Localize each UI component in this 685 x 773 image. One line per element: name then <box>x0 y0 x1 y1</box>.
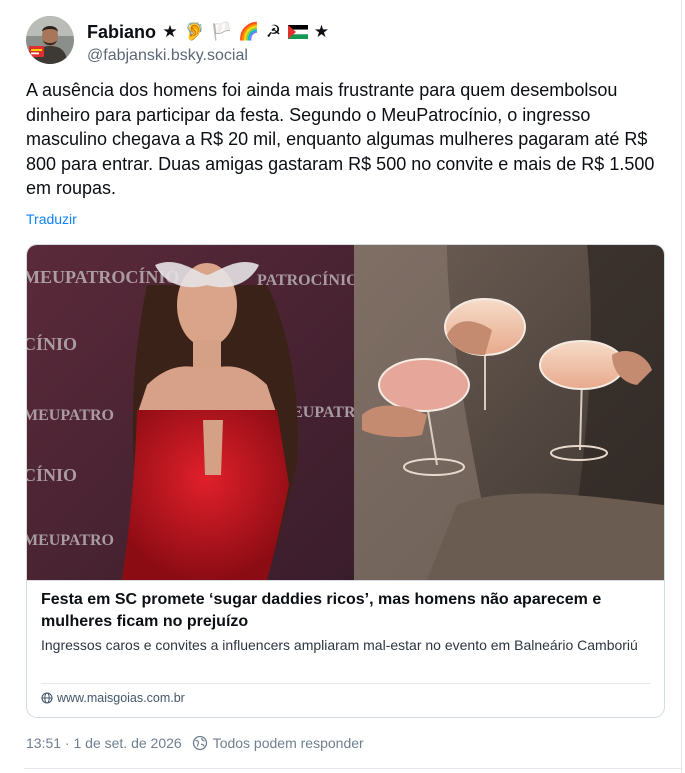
post-footer: 13:51 · 1 de set. de 2026 Todos podem re… <box>26 735 364 751</box>
translate-link[interactable]: Traduzir <box>26 211 77 227</box>
handle[interactable]: @fabjanski.bsky.social <box>87 47 330 65</box>
column-border-right <box>681 0 682 773</box>
star-icon: ★ <box>313 22 330 41</box>
hammer-and-sickle-icon: ☭ <box>265 22 282 41</box>
white-flag-emoji: 🏳️ <box>211 22 233 41</box>
post-timestamp[interactable]: 13:51 · 1 de set. de 2026 <box>26 735 182 751</box>
reply-setting-label: Todos podem responder <box>212 735 364 751</box>
ear-with-hearing-aid-emoji: 🦻 <box>184 22 206 41</box>
link-card-domain-text: www.maisgoias.com.br <box>57 691 185 705</box>
reply-setting[interactable]: Todos podem responder <box>192 735 364 751</box>
backdrop-text: PATROCÍNIO <box>257 270 359 289</box>
link-card-title[interactable]: Festa em SC promete ‘sugar daddies ricos… <box>41 589 651 633</box>
link-card-domain[interactable]: www.maisgoias.com.br <box>41 691 185 705</box>
backdrop-text: MEUPATRO <box>27 407 114 424</box>
display-name[interactable]: Fabiano <box>87 22 156 43</box>
link-card-description: Ingressos caros e convites a influencers… <box>41 637 638 653</box>
palestine-flag-emoji <box>287 22 308 42</box>
backdrop-text: CÍNIO <box>27 333 77 354</box>
avatar[interactable] <box>26 16 74 64</box>
post-text: A ausência dos homens foi ainda mais fru… <box>26 80 655 198</box>
post-header: Fabiano ★ 🦻 🏳️ 🌈 ☭ ★ @fabjanski.bsky.soc… <box>26 16 330 65</box>
link-card-body <box>27 580 664 581</box>
globe-icon <box>41 692 53 704</box>
globe-icon <box>192 735 207 751</box>
link-card-image: MEUPATROCÍNIO PATROCÍNIO CÍNIO MEUPATRO … <box>27 245 664 580</box>
backdrop-text: MEUPATRO <box>27 532 114 549</box>
backdrop-text: CÍNIO <box>27 464 77 485</box>
rainbow-emoji: 🌈 <box>238 22 260 41</box>
backdrop-text: MEUPATROCÍNIO <box>27 266 179 287</box>
link-card-divider <box>41 683 650 684</box>
star-icon: ★ <box>162 22 178 41</box>
post-bottom-divider <box>24 768 681 769</box>
avatar-image <box>26 16 74 64</box>
link-card[interactable]: MEUPATROCÍNIO PATROCÍNIO CÍNIO MEUPATRO … <box>26 244 665 718</box>
